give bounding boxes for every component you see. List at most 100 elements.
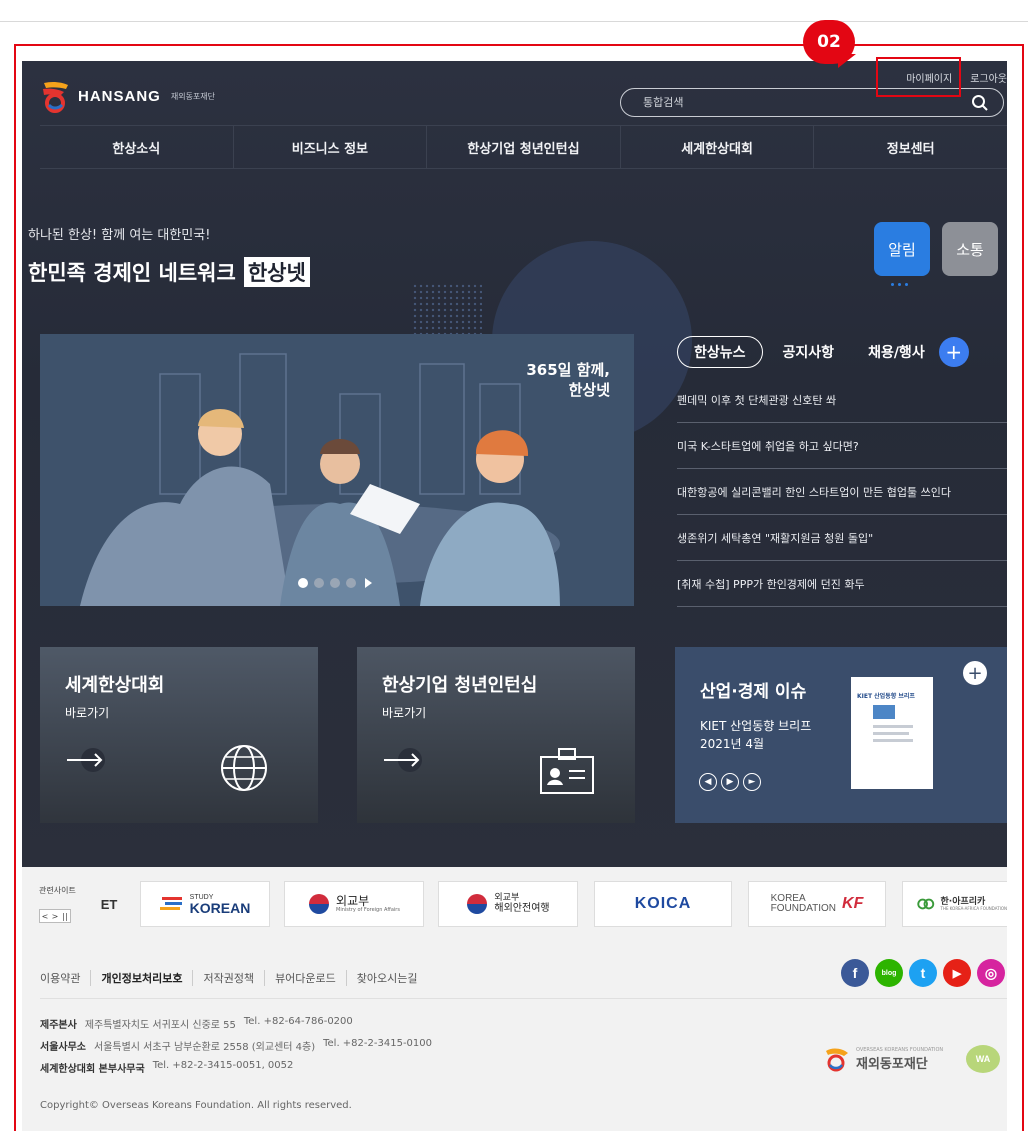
news-item[interactable]: 대한항공에 실리콘밸리 한인 스타트업이 만든 협업툴 쓰인다	[677, 469, 1007, 515]
address-tel: Tel. +82-2-3415-0100	[323, 1038, 432, 1049]
card-world-convention[interactable]: 세계한상대회 바로가기	[40, 647, 318, 823]
news-more-button[interactable]: +	[938, 337, 969, 367]
news-item[interactable]: 펜데믹 이후 첫 단체관광 신호탄 쏴	[677, 377, 1007, 423]
arrow-right-icon	[67, 748, 105, 772]
banner-dot[interactable]	[346, 578, 356, 588]
id-card-icon	[540, 748, 594, 794]
taeguk-icon	[309, 894, 330, 914]
nav-info-center[interactable]: 정보센터	[814, 126, 1007, 168]
site-study-korean[interactable]: STUDY KOREAN	[140, 881, 270, 927]
cover-image	[873, 705, 895, 719]
next-icon[interactable]: ▶	[721, 773, 739, 791]
news-item[interactable]: 미국 K-스타트업에 취업을 하고 싶다면?	[677, 423, 1007, 469]
headline-highlight: 한상넷	[243, 257, 310, 287]
card-title: 산업·경제 이슈	[700, 682, 807, 702]
hansang-logo-icon	[43, 81, 68, 113]
play-icon[interactable]: ►	[743, 773, 761, 791]
tab-notice[interactable]: 공지사항	[783, 342, 835, 362]
sns-links: f blog t ▶ ◎	[841, 959, 1005, 987]
card-title: 세계한상대회	[65, 675, 165, 696]
footer-link-copyright[interactable]: 저작권정책	[192, 970, 264, 986]
news-item[interactable]: [취재 수첩] PPP가 한인경제에 던진 화두	[677, 561, 1007, 607]
address-jeju: 제주본사 제주특별자치도 서귀포시 신중로 55 Tel. +82-64-786…	[40, 1016, 353, 1031]
site-line2: Ministry of Foreign Affairs	[336, 906, 400, 913]
mypage-link[interactable]: 마이페이지	[906, 70, 952, 85]
card-shortcut-label: 바로가기	[65, 706, 110, 720]
card-youth-internship[interactable]: 한상기업 청년인턴십 바로가기	[357, 647, 635, 823]
footer-link-directions[interactable]: 찾아오시는길	[345, 970, 428, 986]
cover-title: KIET 산업동향 브리프	[857, 693, 915, 700]
site-korea-africa[interactable]: 한·아프리카 THE KOREA-AFRICA FOUNDATION	[902, 881, 1007, 927]
footer-org-logo: OVERSEAS KOREANS FOUNDATION 재외동포재단	[822, 1045, 943, 1073]
toggle-indicator	[891, 283, 908, 286]
related-sites-label: 관련사이트	[39, 886, 76, 895]
address-convention-office: 세계한상대회 본부사무국 Tel. +82-2-3415-0051, 0052	[40, 1060, 293, 1075]
issue-more-button[interactable]: +	[963, 661, 987, 685]
logo-text: HANSANG	[78, 87, 161, 105]
banner-dot[interactable]	[314, 578, 324, 588]
site-mofa[interactable]: 외교부 Ministry of Foreign Affairs	[284, 881, 424, 927]
footer-divider	[40, 998, 1007, 999]
banner-caption-line1: 365일 함께,	[526, 361, 610, 379]
address-tel: Tel. +82-64-786-0200	[243, 1016, 353, 1027]
global-nav: 한상소식 비즈니스 정보 한상기업 청년인턴십 세계한상대회 정보센터	[40, 125, 1007, 169]
toggle-communication[interactable]: 소통	[942, 222, 998, 276]
org-name: 재외동포재단	[856, 1056, 928, 1072]
nav-hansang-news[interactable]: 한상소식	[40, 126, 234, 168]
banner-caption: 365일 함께, 한상넷	[526, 360, 610, 400]
banner-dot[interactable]	[330, 578, 340, 588]
site-mark: KF	[842, 895, 864, 912]
address-text: 제주특별자치도 서귀포시 신중로 55	[84, 1020, 236, 1031]
tab-jobs-events[interactable]: 채용/행사	[868, 342, 925, 362]
nav-world-convention[interactable]: 세계한상대회	[621, 126, 815, 168]
play-icon[interactable]	[365, 578, 372, 588]
address-name: 제주본사	[40, 1020, 77, 1031]
news-item[interactable]: 생존위기 세탁총연 "재활지원금 청원 돌입"	[677, 515, 1007, 561]
prev-icon[interactable]: ◀	[699, 773, 717, 791]
site-overseas-safety[interactable]: 외교부 해외안전여행	[438, 881, 578, 927]
youtube-icon[interactable]: ▶	[943, 959, 971, 987]
next-icon[interactable]: >	[50, 910, 60, 922]
instagram-icon[interactable]: ◎	[977, 959, 1005, 987]
site-korea-foundation[interactable]: KOREA FOUNDATION KF	[748, 881, 886, 927]
logout-link[interactable]: 로그아웃	[970, 70, 1007, 85]
top-divider	[0, 21, 1028, 22]
nav-youth-internship[interactable]: 한상기업 청년인턴십	[427, 126, 621, 168]
web-accessibility-mark: WA	[966, 1045, 1000, 1073]
step-badge-pointer	[838, 54, 856, 68]
globe-icon	[221, 745, 267, 791]
address-name: 세계한상대회 본부사무국	[40, 1064, 145, 1075]
card-industry-issue[interactable]: 산업·경제 이슈 KIET 산업동향 브리프 2021년 4월 ◀ ▶ ► KI…	[675, 647, 1007, 823]
footer-link-privacy[interactable]: 개인정보처리보호	[90, 970, 192, 986]
pause-icon[interactable]: ||	[60, 910, 70, 922]
facebook-icon[interactable]: f	[841, 959, 869, 987]
toggle-alarm[interactable]: 알림	[874, 222, 930, 276]
hero-headline: 한민족 경제인 네트워크 한상넷	[28, 257, 310, 287]
site-line2: KOREAN	[189, 899, 251, 916]
main-banner[interactable]: 365일 함께, 한상넷	[40, 334, 634, 606]
blog-icon[interactable]: blog	[875, 959, 903, 987]
news-tabs: 한상뉴스 공지사항 채용/행사 +	[677, 335, 1007, 369]
prev-icon[interactable]: <	[40, 910, 50, 922]
tab-hansang-news[interactable]: 한상뉴스	[677, 336, 763, 368]
twitter-icon[interactable]: t	[909, 959, 937, 987]
taeguk-icon	[467, 894, 488, 914]
site-footer: 이용약관 개인정보처리보호 저작권정책 뷰어다운로드 찾아오시는길 f blog…	[22, 942, 1007, 1131]
study-korean-icon	[159, 897, 182, 910]
news-panel: 한상뉴스 공지사항 채용/행사 + 펜데믹 이후 첫 단체관광 신호탄 쏴 미국…	[677, 335, 1007, 607]
publication-cover: KIET 산업동향 브리프	[851, 677, 933, 789]
footer-link-terms[interactable]: 이용약관	[40, 970, 90, 986]
site-koica[interactable]: KOICA	[594, 881, 732, 927]
okf-logo-icon	[826, 1048, 848, 1072]
arrow-right-icon	[384, 748, 422, 772]
nav-business-info[interactable]: 비즈니스 정보	[234, 126, 428, 168]
global-search	[620, 88, 1004, 117]
headline-text: 한민족 경제인 네트워크	[28, 261, 236, 285]
related-site-partial[interactable]: ET	[100, 881, 118, 927]
footer-link-viewer[interactable]: 뷰어다운로드	[264, 970, 346, 986]
related-sites: 관련사이트 < > || ET STUDY KOREAN 외교부 Ministr…	[22, 867, 1007, 942]
search-input[interactable]	[643, 96, 971, 109]
banner-dot[interactable]	[298, 578, 308, 588]
search-icon[interactable]	[971, 94, 989, 112]
site-logo[interactable]: HANSANG 재외동포재단	[40, 79, 215, 113]
